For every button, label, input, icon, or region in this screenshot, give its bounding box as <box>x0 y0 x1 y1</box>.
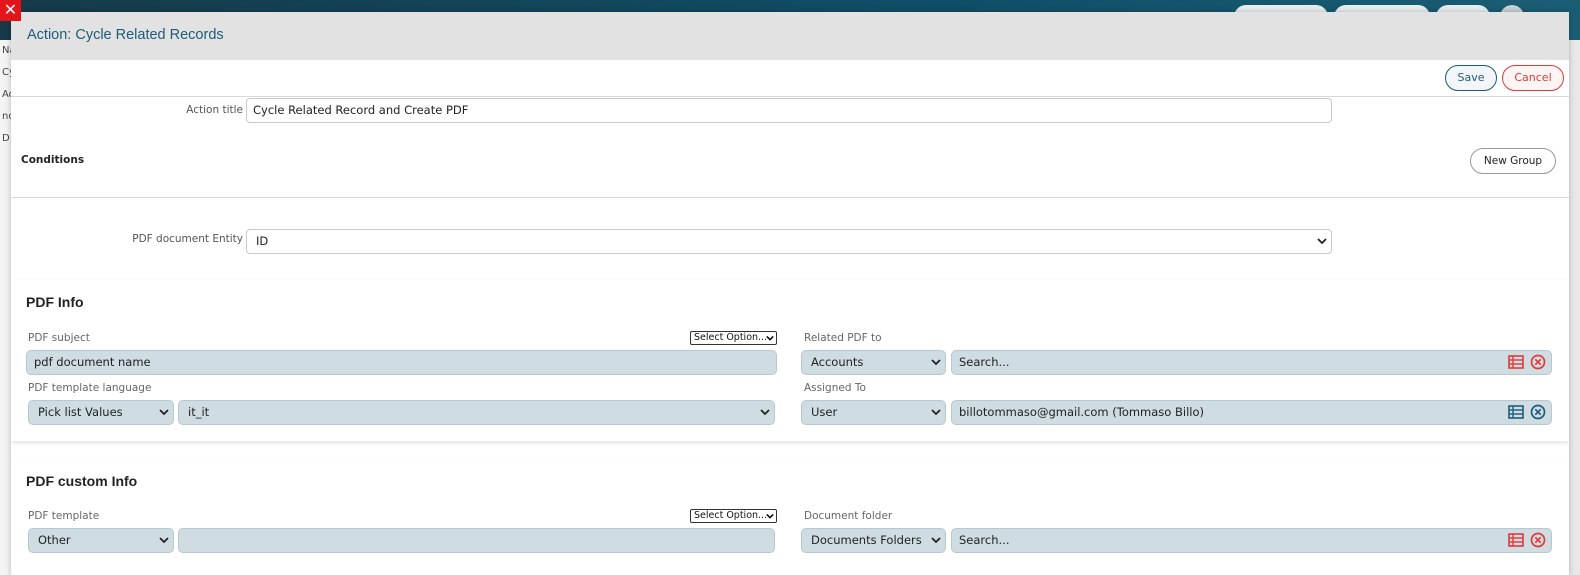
related-module-select[interactable]: Accounts <box>801 350 946 375</box>
pdf-subject-input[interactable]: pdf document name <box>26 350 777 375</box>
modal-title: Action: Cycle Related Records <box>27 27 224 43</box>
pdf-template-option-select[interactable]: Select Option... <box>690 509 777 523</box>
cancel-button[interactable]: Cancel <box>1502 65 1564 91</box>
assigned-to-input[interactable]: billotommaso@gmail.com (Tommaso Billo) <box>951 400 1552 425</box>
chevron-down-icon <box>159 537 169 544</box>
assigned-type-value: User <box>811 405 838 419</box>
related-search-input[interactable]: Search... <box>951 350 1552 375</box>
clear-icon[interactable] <box>1530 354 1546 370</box>
pdf-custom-info-card: PDF custom Info PDF template Select Opti… <box>11 459 1569 575</box>
pdf-info-title: PDF Info <box>26 294 84 310</box>
assigned-to-label: Assigned To <box>804 382 866 394</box>
language-value: it_it <box>188 405 210 419</box>
folder-module-select[interactable]: Documents Folders <box>801 528 946 553</box>
chevron-down-icon <box>1317 238 1327 245</box>
chevron-down-icon <box>766 335 774 341</box>
pdf-entity-value: ID <box>256 234 269 248</box>
chevron-down-icon <box>931 409 941 416</box>
clear-icon[interactable] <box>1530 404 1546 420</box>
folder-search-input[interactable]: Search... <box>951 528 1552 553</box>
pdf-entity-select[interactable]: ID <box>246 229 1332 254</box>
new-group-button[interactable]: New Group <box>1470 148 1556 174</box>
document-folder-label: Document folder <box>804 510 893 522</box>
chevron-down-icon <box>159 409 169 416</box>
assigned-type-select[interactable]: User <box>801 400 946 425</box>
clear-icon[interactable] <box>1530 532 1546 548</box>
template-language-label: PDF template language <box>28 382 152 394</box>
modal-header: Action: Cycle Related Records <box>11 12 1569 60</box>
related-module-value: Accounts <box>811 355 864 369</box>
pdf-entity-label: PDF document Entity <box>132 233 243 245</box>
action-modal: Action: Cycle Related Records Save Cance… <box>11 12 1569 575</box>
chevron-down-icon <box>931 359 941 366</box>
chevron-down-icon <box>766 513 774 519</box>
language-type-select[interactable]: Pick list Values <box>28 400 174 425</box>
conditions-section: Conditions New Group <box>11 132 1569 198</box>
template-type-select[interactable]: Other <box>28 528 174 553</box>
action-title-label: Action title <box>186 104 243 116</box>
conditions-title: Conditions <box>21 154 85 166</box>
pdf-custom-info-title: PDF custom Info <box>26 473 138 489</box>
language-value-select[interactable]: it_it <box>178 400 775 425</box>
close-modal-icon[interactable]: ✕ <box>0 0 21 21</box>
pdf-subject-option-select[interactable]: Select Option... <box>690 331 777 345</box>
folder-module-value: Documents Folders <box>811 533 922 547</box>
list-icon[interactable] <box>1508 404 1524 420</box>
pdf-info-card: PDF Info PDF subject Select Option... pd… <box>11 280 1569 441</box>
action-title-input[interactable]: Cycle Related Record and Create PDF <box>246 98 1332 123</box>
pdf-template-option-value: Select Option... <box>694 510 768 521</box>
template-type-value: Other <box>38 533 71 547</box>
list-icon[interactable] <box>1508 532 1524 548</box>
related-pdf-label: Related PDF to <box>804 332 882 344</box>
template-value-input[interactable] <box>178 528 775 553</box>
chevron-down-icon <box>760 409 770 416</box>
pdf-subject-option-value: Select Option... <box>694 332 768 343</box>
save-button[interactable]: Save <box>1445 65 1497 91</box>
pdf-template-label: PDF template <box>28 510 100 522</box>
modal-toolbar: Save Cancel <box>11 60 1569 97</box>
pdf-subject-label: PDF subject <box>28 332 90 344</box>
language-type-value: Pick list Values <box>38 405 123 419</box>
list-icon[interactable] <box>1508 354 1524 370</box>
chevron-down-icon <box>931 537 941 544</box>
